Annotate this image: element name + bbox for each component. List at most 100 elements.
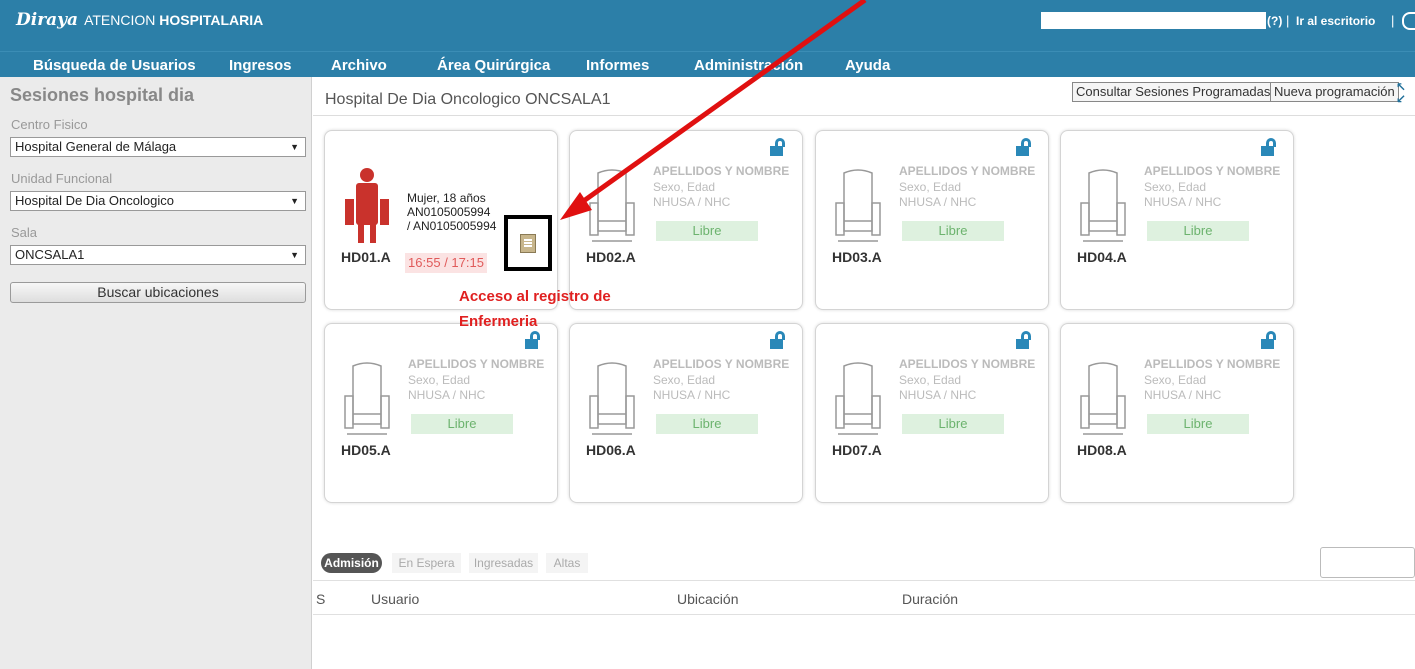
bed-card[interactable]: APELLIDOS Y NOMBRE Sexo, Edad NHUSA / NHC L… [815, 130, 1049, 310]
centro-select[interactable]: Hospital General de Málaga ▼ [10, 137, 306, 157]
bed-card[interactable]: APELLIDOS Y NOMBRE Sexo, Edad NHUSA / NHC L… [569, 130, 803, 310]
separator: | [1391, 13, 1395, 28]
centro-label: Centro Fisico [11, 117, 88, 132]
unlock-icon[interactable] [1261, 331, 1277, 349]
unlock-icon[interactable] [525, 331, 541, 349]
empty-chair-icon [589, 362, 635, 435]
table-header: S Usuario Ubicación Duración [313, 581, 1415, 615]
unlock-icon[interactable] [770, 138, 786, 156]
unlock-icon[interactable] [1016, 138, 1032, 156]
bed-code: HD06.A [586, 442, 636, 458]
tab-en-espera[interactable]: En Espera [392, 553, 461, 573]
patient-nhusa-placeholder: NHUSA / NHC [408, 388, 486, 402]
empty-chair-icon [344, 362, 390, 435]
centro-value: Hospital General de Málaga [15, 139, 177, 154]
help-link[interactable]: (?) [1267, 14, 1282, 28]
annotation-text: Acceso al registro de [459, 288, 611, 305]
sidebar: Sesiones hospital dia Centro Fisico Hosp… [0, 77, 312, 669]
consultar-sesiones-button[interactable]: Consultar Sesiones Programadas [1072, 82, 1275, 102]
status-badge: Libre [656, 221, 758, 241]
unlock-icon[interactable] [1016, 331, 1032, 349]
patient-nhusa-placeholder: NHUSA / NHC [1144, 388, 1222, 402]
status-badge: Libre [411, 414, 513, 434]
tab-altas[interactable]: Altas [546, 553, 588, 573]
patient-nhusa-placeholder: NHUSA / NHC [899, 388, 977, 402]
patient-sex-placeholder: Sexo, Edad [408, 373, 471, 387]
clipboard-icon [520, 234, 536, 253]
bed-code: HD01.A [341, 249, 391, 265]
column-header-duracion[interactable]: Duración [902, 591, 958, 607]
patient-name-placeholder: APELLIDOS Y NOMBRE [899, 357, 1036, 371]
bed-code: HD08.A [1077, 442, 1127, 458]
bed-card[interactable]: APELLIDOS Y NOMBRE Sexo, Edad NHUSA / NHC L… [815, 323, 1049, 503]
menu-informes[interactable]: Informes [586, 57, 649, 74]
main-menu: Búsqueda de Usuarios Ingresos Archivo Ár… [0, 51, 1415, 77]
status-badge: Libre [656, 414, 758, 434]
diraya-logo: Diraya [16, 10, 79, 30]
column-header-ubicacion[interactable]: Ubicación [677, 591, 738, 607]
empty-chair-icon [835, 362, 881, 435]
patient-name-placeholder: APELLIDOS Y NOMBRE [1144, 357, 1281, 371]
desktop-link[interactable]: Ir al escritorio [1296, 14, 1375, 28]
top-bar: Diraya ATENCION HOSPITALARIA (?) | Ir al … [0, 0, 1415, 51]
tab-ingresadas[interactable]: Ingresadas [469, 553, 538, 573]
sala-select[interactable]: ONCSALA1 ▼ [10, 245, 306, 265]
nursing-record-button[interactable] [504, 215, 552, 271]
unlock-icon[interactable] [770, 331, 786, 349]
expand-icon[interactable]: ↖ ↙ [1396, 81, 1408, 107]
column-header-usuario[interactable]: Usuario [371, 591, 419, 607]
patient-sex-placeholder: Sexo, Edad [1144, 180, 1207, 194]
unlock-icon[interactable] [1261, 138, 1277, 156]
bed-code: HD05.A [341, 442, 391, 458]
menu-archivo[interactable]: Archivo [331, 57, 387, 74]
column-header-s[interactable]: S [316, 591, 325, 607]
sala-value: ONCSALA1 [15, 247, 85, 262]
unidad-label: Unidad Funcional [11, 171, 113, 186]
patient-sex-placeholder: Sexo, Edad [1144, 373, 1207, 387]
bed-code: HD04.A [1077, 249, 1127, 265]
bed-card[interactable]: APELLIDOS Y NOMBRE Sexo, Edad NHUSA / NHC L… [569, 323, 803, 503]
tab-admision[interactable]: Admisión [321, 553, 382, 573]
patient-sex-placeholder: Sexo, Edad [899, 180, 962, 194]
bed-card[interactable]: APELLIDOS Y NOMBRE Sexo, Edad NHUSA / NHC L… [324, 323, 558, 503]
patient-nhusa-placeholder: NHUSA / NHC [1144, 195, 1222, 209]
menu-ayuda[interactable]: Ayuda [845, 57, 890, 74]
separator: | [1286, 13, 1290, 28]
unidad-select[interactable]: Hospital De Dia Oncologico ▼ [10, 191, 306, 211]
patient-sex-placeholder: Sexo, Edad [653, 373, 716, 387]
patient-name-placeholder: APELLIDOS Y NOMBRE [1144, 164, 1281, 178]
exit-icon[interactable] [1402, 12, 1415, 30]
sidebar-title: Sesiones hospital dia [10, 85, 195, 105]
patient-sex-age: Mujer, 18 años [407, 191, 486, 205]
menu-ingresos[interactable]: Ingresos [229, 57, 292, 74]
bed-card[interactable]: APELLIDOS Y NOMBRE Sexo, Edad NHUSA / NHC L… [1060, 130, 1294, 310]
bed-code: HD02.A [586, 249, 636, 265]
nueva-programacion-button[interactable]: Nueva programación [1270, 82, 1399, 102]
occupied-chair-icon [345, 168, 389, 243]
menu-busqueda-usuarios[interactable]: Búsqueda de Usuarios [33, 57, 196, 74]
menu-area-quirurgica[interactable]: Área Quirúrgica [437, 57, 550, 74]
status-badge: Libre [1147, 414, 1249, 434]
bed-card[interactable]: APELLIDOS Y NOMBRE Sexo, Edad NHUSA / NHC L… [1060, 323, 1294, 503]
annotation-text: Enfermeria [459, 313, 538, 330]
patient-nhusa-placeholder: NHUSA / NHC [899, 195, 977, 209]
patient-name-placeholder: APELLIDOS Y NOMBRE [899, 164, 1036, 178]
patient-sex-placeholder: Sexo, Edad [653, 180, 716, 194]
filter-input[interactable] [1320, 547, 1415, 578]
patient-nhusa: AN0105005994 / AN0105005994 [407, 205, 497, 233]
empty-chair-icon [1080, 362, 1126, 435]
patient-nhusa-placeholder: NHUSA / NHC [653, 195, 731, 209]
page-title: Hospital De Dia Oncologico ONCSALA1 [325, 91, 611, 108]
patient-name-placeholder: APELLIDOS Y NOMBRE [653, 164, 790, 178]
chevron-down-icon: ▼ [290, 142, 299, 152]
patient-name-placeholder: APELLIDOS Y NOMBRE [408, 357, 545, 371]
empty-chair-icon [1080, 169, 1126, 242]
status-badge: Libre [902, 414, 1004, 434]
app-name-bold: HOSPITALARIA [159, 12, 264, 28]
sala-label: Sala [11, 225, 38, 240]
menu-administracion[interactable]: Administración [694, 57, 803, 74]
app-brand: Diraya ATENCION HOSPITALARIA [16, 10, 263, 30]
chevron-down-icon: ▼ [290, 250, 299, 260]
buscar-ubicaciones-button[interactable]: Buscar ubicaciones [10, 282, 306, 303]
unidad-value: Hospital De Dia Oncologico [15, 193, 174, 208]
